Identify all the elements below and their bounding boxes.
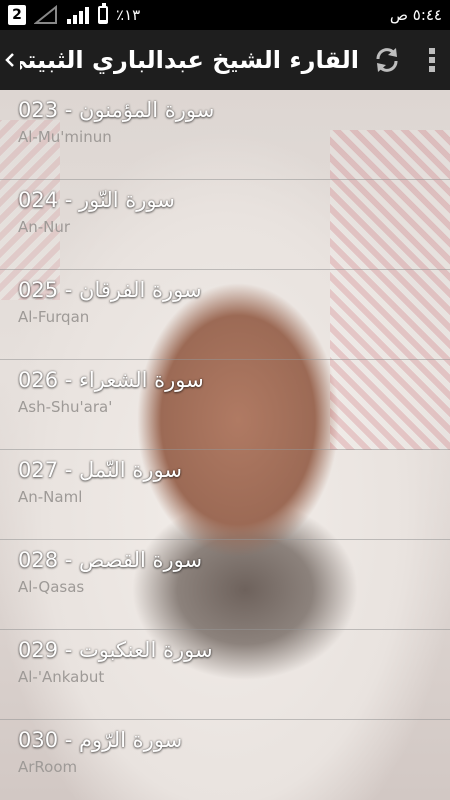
battery-icon [98,3,108,24]
signal-icon [34,5,57,24]
surah-arabic-name: سورة النّمل [79,458,182,482]
surah-title: 026 - سورة الشعراء [18,368,204,392]
surah-title: 029 - سورة العنكبوت [18,638,213,662]
refresh-icon [376,48,397,72]
surah-english-name: Al-Mu'minun [18,128,112,146]
surah-number: 026 [18,368,59,392]
action-bar: القارء الشيخ عبدالباري الثبيتي [0,30,450,90]
status-bar: 2 ٪١٣ ٥:٤٤ ص [0,0,450,30]
surah-list[interactable]: 023 - سورة المؤمنون Al-Mu'minun 024 - سورة… [0,90,450,800]
list-item[interactable]: 026 - سورة الشعراء Ash-Shu'ara' [0,360,450,450]
list-item[interactable]: 024 - سورة النّور An-Nur [0,180,450,270]
surah-number: 024 [18,188,59,212]
surah-arabic-name: سورة العنكبوت [79,638,213,662]
battery-percent: ٪١٣ [116,6,141,24]
surah-arabic-name: سورة النّور [79,188,175,212]
surah-arabic-name: سورة المؤمنون [79,98,215,122]
surah-english-name: Al-Qasas [18,578,85,596]
overflow-menu-button[interactable] [414,30,450,90]
surah-english-name: Al-Furqan [18,308,90,326]
battery-level-fill [100,20,106,22]
surah-number: 023 [18,98,59,122]
surah-number: 029 [18,638,59,662]
back-button[interactable] [0,30,20,90]
surah-title: 027 - سورة النّمل [18,458,182,482]
surah-title: 028 - سورة القصص [18,548,203,572]
list-item[interactable]: 029 - سورة العنكبوت Al-'Ankabut [0,630,450,720]
surah-title: 025 - سورة الفرقان [18,278,202,302]
surah-title: 030 - سورة الرّوم [18,728,183,752]
list-item[interactable]: 023 - سورة المؤمنون Al-Mu'minun [0,90,450,180]
list-item[interactable]: 030 - سورة الرّوم ArRoom [0,720,450,800]
chevron-back-icon [5,53,14,67]
status-left: 2 ٪١٣ [8,3,141,25]
status-right: ٥:٤٤ ص [390,6,442,24]
surah-number: 025 [18,278,59,302]
surah-arabic-name: سورة الشعراء [79,368,204,392]
overflow-menu-icon [429,48,435,72]
surah-number: 030 [18,728,59,752]
list-item[interactable]: 028 - سورة القصص Al-Qasas [0,540,450,630]
surah-number: 028 [18,548,59,572]
surah-arabic-name: سورة الفرقان [79,278,202,302]
surah-english-name: Al-'Ankabut [18,668,105,686]
surah-arabic-name: سورة القصص [79,548,203,572]
surah-english-name: An-Nur [18,218,71,236]
notification-count-badge: 2 [8,5,26,25]
app-title: القارء الشيخ عبدالباري الثبيتي [20,46,359,74]
refresh-button[interactable] [359,30,414,90]
surah-english-name: ArRoom [18,758,78,776]
surah-list-container: 023 - سورة المؤمنون Al-Mu'minun 024 - سورة… [0,90,450,800]
surah-english-name: An-Naml [18,488,83,506]
surah-title: 024 - سورة النّور [18,188,175,212]
surah-english-name: Ash-Shu'ara' [18,398,113,416]
clock: ٥:٤٤ ص [389,6,442,24]
surah-arabic-name: سورة الرّوم [79,728,183,752]
surah-title: 023 - سورة المؤمنون [18,98,215,122]
surah-number: 027 [18,458,59,482]
cellular-signal-icon [67,7,89,24]
list-item[interactable]: 025 - سورة الفرقان Al-Furqan [0,270,450,360]
list-item[interactable]: 027 - سورة النّمل An-Naml [0,450,450,540]
